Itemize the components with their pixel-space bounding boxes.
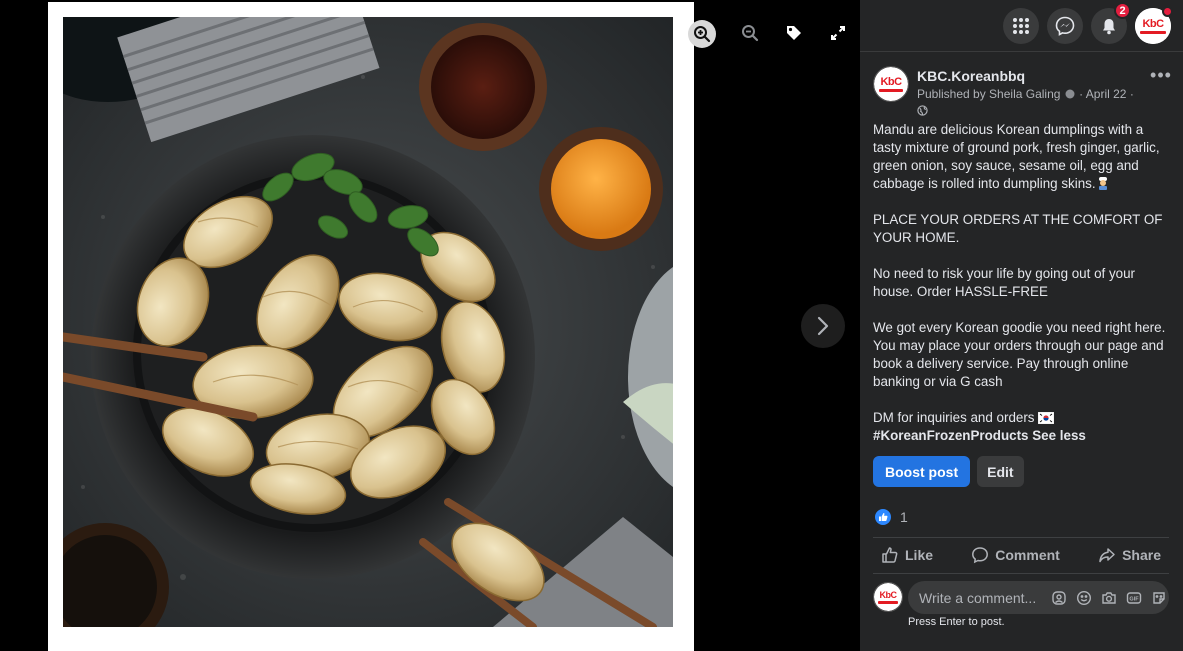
kbc-logo: KbC (874, 67, 908, 101)
divider (873, 537, 1169, 538)
svg-text:GIF: GIF (1129, 596, 1139, 602)
zoom-out-icon[interactable] (732, 20, 768, 46)
see-less-link[interactable]: See less (1032, 428, 1086, 443)
dumplings-photo (63, 17, 673, 627)
comment-icon (972, 547, 989, 564)
profile-avatar[interactable]: KbC (1135, 6, 1173, 44)
comment-input[interactable] (919, 589, 1044, 606)
post-paragraph: No need to risk your life by going out o… (873, 266, 1136, 299)
post-date[interactable]: April 22 (1086, 87, 1127, 101)
messenger-icon[interactable] (1047, 8, 1083, 44)
post-meta: Published by Sheila Galing · April 22 · (917, 87, 1134, 101)
published-by[interactable]: Published by Sheila Galing (917, 87, 1060, 101)
post-paragraph: PLACE YOUR ORDERS AT THE COMFORT OF YOUR… (873, 212, 1163, 245)
post-photo[interactable] (63, 17, 673, 627)
post-actions: Like Comment Share (873, 539, 1169, 571)
gif-icon[interactable]: GIF (1125, 589, 1142, 606)
reaction-summary[interactable]: 1 (875, 509, 908, 525)
comment-button[interactable]: Comment (963, 546, 1068, 564)
page-avatar[interactable]: KbC (873, 66, 909, 102)
globe-icon (917, 103, 928, 121)
status-dot (1162, 6, 1173, 17)
post-body: Mandu are delicious Korean dumplings wit… (873, 121, 1173, 445)
divider (873, 573, 1169, 574)
post-owner-actions: Boost post Edit (873, 456, 1024, 487)
boost-post-button[interactable]: Boost post (873, 456, 971, 487)
edit-button[interactable]: Edit (977, 456, 1024, 487)
kbc-logo: KbC (874, 583, 902, 611)
post-side-panel: 2 KbC KbC KBC.Koreanbbq Published by She… (860, 0, 1183, 651)
avatar-sticker-icon[interactable] (1050, 589, 1067, 606)
comment-box: GIF (908, 581, 1169, 614)
fullscreen-icon[interactable] (820, 20, 856, 46)
post-header: KbC KBC.Koreanbbq Published by Sheila Ga… (873, 66, 1173, 116)
comment-composer: KbC GIF (873, 581, 1173, 615)
menu-grid-icon[interactable] (1003, 8, 1039, 44)
commenter-avatar[interactable]: KbC (873, 582, 903, 612)
facebook-photo-viewer: 2 KbC KbC KBC.Koreanbbq Published by She… (0, 0, 1183, 651)
notification-badge: 2 (1114, 2, 1131, 19)
tag-icon[interactable] (776, 20, 812, 46)
zoom-in-icon[interactable] (688, 20, 716, 48)
top-bar: 2 KbC (860, 0, 1183, 52)
camera-icon[interactable] (1100, 589, 1117, 606)
next-photo-button[interactable] (801, 304, 845, 348)
emoji-icon[interactable] (1075, 589, 1092, 606)
share-button[interactable]: Share (1090, 546, 1169, 564)
share-icon (1099, 548, 1115, 563)
thumbs-up-icon (882, 547, 898, 563)
korea-flag-icon (1038, 412, 1055, 424)
more-options-icon[interactable]: ••• (1149, 66, 1173, 88)
post-paragraph: Mandu are delicious Korean dumplings wit… (873, 122, 1160, 191)
hashtag-link[interactable]: #KoreanFrozenProducts (873, 428, 1029, 443)
viewer-toolbar (688, 20, 856, 48)
like-button[interactable]: Like (873, 546, 941, 564)
cook-emoji-icon (1098, 177, 1107, 190)
like-reaction-icon (875, 509, 891, 525)
sticker-icon[interactable] (1150, 589, 1167, 606)
comment-hint: Press Enter to post. (908, 616, 1005, 628)
page-name-link[interactable]: KBC.Koreanbbq (917, 68, 1025, 84)
bell-icon[interactable]: 2 (1091, 2, 1131, 44)
chevron-right-icon (817, 316, 829, 336)
info-icon (1065, 89, 1075, 99)
photo-viewer (0, 0, 860, 651)
reaction-count: 1 (900, 509, 908, 525)
post-paragraph: DM for inquiries and orders #KoreanFroze… (873, 410, 1086, 443)
post-paragraph: We got every Korean goodie you need righ… (873, 320, 1166, 389)
